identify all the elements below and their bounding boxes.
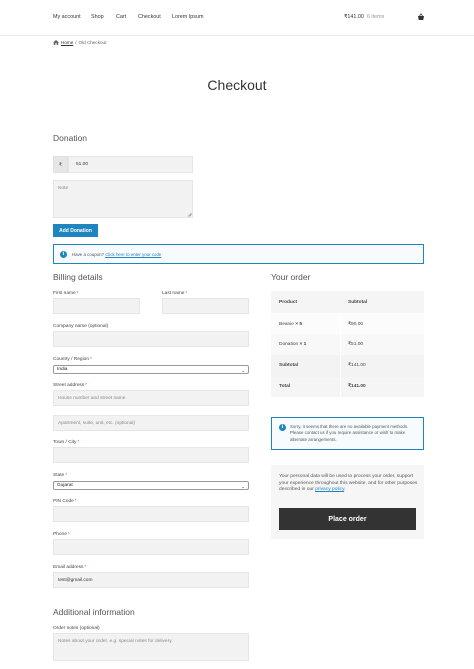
- chevron-down-icon: ⌄: [241, 483, 245, 489]
- order-notes-input[interactable]: Notes about your order, e.g. special not…: [53, 633, 249, 661]
- resize-handle-icon[interactable]: [187, 212, 192, 217]
- payment-notice-text: Sorry, it seems that there are no availa…: [290, 424, 409, 442]
- first-name-label: First name*: [53, 291, 79, 296]
- donation-heading: Donation: [53, 133, 88, 143]
- place-order-button[interactable]: Place order: [279, 508, 416, 530]
- company-input[interactable]: [53, 331, 249, 347]
- street-address-2-input[interactable]: Apartment, suite, unit, etc. (optional): [53, 415, 249, 431]
- item-qty: × 5: [295, 322, 303, 327]
- country-select[interactable]: India ⌄: [53, 365, 249, 374]
- breadcrumb-home[interactable]: Home: [61, 40, 73, 45]
- nav-shop[interactable]: Shop: [91, 14, 104, 20]
- email-input[interactable]: test@gmail.com: [53, 572, 249, 588]
- pin-label: PIN Code*: [53, 499, 77, 504]
- site-header: My account Shop Cart Checkout Lorem Ipsu…: [0, 0, 474, 36]
- phone-input[interactable]: [53, 539, 249, 555]
- nav-lorem-ipsum[interactable]: Lorem Ipsum: [172, 14, 203, 20]
- coupon-link[interactable]: Click here to enter your code: [105, 252, 161, 257]
- table-row: Donation × 1 ₹51.00: [271, 334, 424, 355]
- header-cart[interactable]: ₹141.00 6 items: [344, 14, 384, 20]
- cart-count: 6 items: [366, 14, 385, 20]
- item-qty: × 1: [299, 342, 307, 347]
- privacy-text: Your personal data will be used to proce…: [279, 474, 418, 493]
- chevron-down-icon: ⌄: [241, 367, 245, 373]
- info-icon: i: [60, 251, 67, 258]
- order-notes-label: Order notes (optional): [53, 626, 100, 631]
- privacy-policy-link[interactable]: privacy policy: [315, 487, 344, 492]
- item-name: Beanie: [279, 322, 294, 327]
- item-price: ₹51.00: [348, 342, 364, 347]
- subtotal-row: Subtotal ₹141.00: [271, 355, 424, 377]
- nav-checkout[interactable]: Checkout: [138, 14, 161, 20]
- coupon-text: Have a coupon?: [72, 252, 104, 257]
- total-row: Total ₹141.00: [271, 377, 424, 397]
- first-name-input[interactable]: [53, 298, 140, 314]
- col-subtotal: Subtotal: [348, 300, 368, 305]
- street-label: Street address*: [53, 383, 88, 388]
- billing-heading: Billing details: [53, 272, 103, 282]
- item-price: ₹90.00: [348, 322, 364, 327]
- table-row: Beanie × 5 ₹90.00: [271, 313, 424, 334]
- col-product: Product: [279, 300, 298, 305]
- info-icon: i: [279, 424, 286, 431]
- street-address-1-input[interactable]: House number and street name: [53, 390, 249, 406]
- city-label: Town / City*: [53, 440, 80, 445]
- donation-amount-input[interactable]: 51.00: [68, 156, 193, 173]
- last-name-label: Last name*: [162, 291, 188, 296]
- company-label: Company name (optional): [53, 324, 109, 329]
- breadcrumb-current: Old Checkout: [78, 40, 107, 45]
- order-table-header: Product Subtotal: [271, 291, 424, 313]
- payment-notice: i Sorry, it seems that there are no avai…: [271, 417, 424, 450]
- add-donation-button[interactable]: Add Donation: [53, 224, 98, 237]
- city-input[interactable]: [53, 447, 249, 463]
- nav-cart[interactable]: Cart: [116, 14, 126, 20]
- donation-note-input[interactable]: Note: [53, 180, 193, 218]
- nav-my-account[interactable]: My account: [53, 14, 81, 20]
- breadcrumb-separator: /: [75, 40, 77, 45]
- additional-info-heading: Additional information: [53, 607, 135, 617]
- page-title: Checkout: [207, 77, 267, 93]
- basket-icon[interactable]: [417, 13, 425, 21]
- email-label: Email address*: [53, 565, 87, 570]
- your-order-heading: Your order: [271, 272, 311, 282]
- item-name: Donation: [279, 342, 299, 347]
- country-label: Country / Region*: [53, 357, 92, 362]
- phone-label: Phone*: [53, 532, 70, 537]
- cart-total: ₹141.00: [344, 14, 364, 20]
- home-icon[interactable]: [53, 40, 59, 45]
- last-name-input[interactable]: [162, 298, 249, 314]
- breadcrumb: Home / Old Checkout: [53, 40, 106, 45]
- coupon-notice: i Have a coupon? Click here to enter you…: [53, 244, 424, 264]
- pin-code-input[interactable]: [53, 506, 249, 522]
- state-select[interactable]: Gujarat ⌄: [53, 481, 249, 490]
- currency-addon: ₹: [53, 156, 68, 173]
- state-label: State*: [53, 473, 68, 478]
